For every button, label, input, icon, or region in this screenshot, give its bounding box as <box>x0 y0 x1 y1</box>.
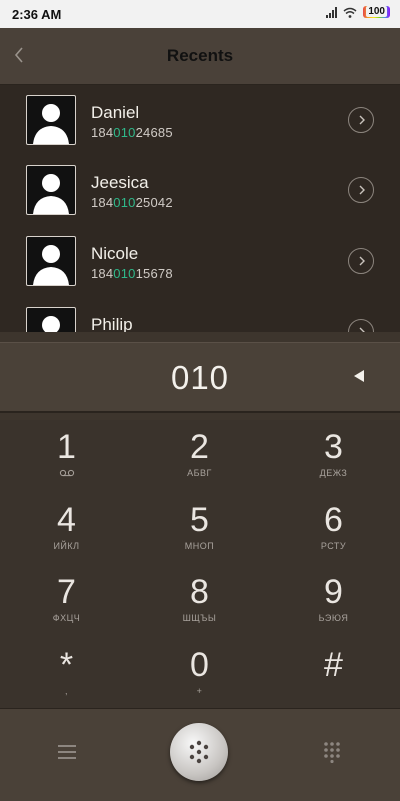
key-4[interactable]: 4 ИЙКЛ <box>0 493 133 565</box>
voicemail-icon <box>59 469 74 477</box>
contact-number: 18401025042 <box>91 195 173 210</box>
avatar <box>26 165 76 215</box>
key-hash[interactable]: # <box>267 638 400 710</box>
status-bar: 2:36 AM 100 <box>0 0 400 28</box>
contact-name: Jeesica <box>91 173 149 192</box>
key-3[interactable]: 3 ДЕЖЗ <box>267 420 400 492</box>
menu-icon[interactable] <box>56 741 78 763</box>
avatar <box>26 236 76 286</box>
dial-keypad: 1 2 АБВГ 3 ДЕЖЗ 4 ИЙКЛ 5 МНОП 6 РСТУ 7 Ф… <box>0 420 400 710</box>
dialed-number: 010 <box>170 359 230 396</box>
recents-list[interactable]: Daniel 18401024685 Jeesica 18401025042 N… <box>0 85 400 332</box>
header-bar: Recents <box>0 28 400 85</box>
key-9[interactable]: 9 ЬЭЮЯ <box>267 565 400 637</box>
list-item[interactable]: Jeesica 18401025042 <box>0 155 400 225</box>
key-8[interactable]: 8 ШЩЪЫ <box>133 565 266 637</box>
list-item[interactable]: Daniel 18401024685 <box>0 85 400 155</box>
key-1[interactable]: 1 <box>0 420 133 492</box>
call-button[interactable] <box>170 723 228 781</box>
signal-icon <box>326 6 338 18</box>
chevron-right-icon <box>359 327 365 332</box>
bottom-bar <box>0 708 400 801</box>
key-5[interactable]: 5 МНОП <box>133 493 266 565</box>
avatar <box>26 307 76 332</box>
chevron-right-icon <box>359 185 365 195</box>
battery-icon: 100 <box>363 6 390 18</box>
key-star[interactable]: * , <box>0 638 133 710</box>
dialpad-grid-icon[interactable] <box>322 741 342 763</box>
contact-detail-button[interactable] <box>348 248 374 274</box>
contact-detail-button[interactable] <box>348 319 374 332</box>
avatar <box>26 95 76 145</box>
page-title: Recents <box>166 46 234 65</box>
chevron-right-icon <box>359 256 365 266</box>
contact-name: Philip <box>91 315 133 332</box>
key-7[interactable]: 7 ФХЦЧ <box>0 565 133 637</box>
wifi-icon <box>343 7 357 18</box>
chevron-right-icon <box>359 115 365 125</box>
battery-level: 100 <box>366 6 387 17</box>
list-item[interactable]: Nicole 18401015678 <box>0 226 400 296</box>
status-icons: 100 <box>326 6 390 18</box>
contact-number: 18401024685 <box>91 125 173 140</box>
keypad-dots-icon <box>189 740 209 764</box>
key-0[interactable]: 0 + <box>133 638 266 710</box>
contact-name: Nicole <box>91 244 139 263</box>
contact-number: 18401015678 <box>91 266 173 281</box>
contact-detail-button[interactable] <box>348 107 374 133</box>
key-2[interactable]: 2 АБВГ <box>133 420 266 492</box>
key-6[interactable]: 6 РСТУ <box>267 493 400 565</box>
status-time: 2:36 AM <box>12 7 62 22</box>
contact-name: Daniel <box>91 103 140 122</box>
dial-display: 010 <box>0 342 400 413</box>
contact-detail-button[interactable] <box>348 177 374 203</box>
backspace-icon[interactable] <box>352 369 366 383</box>
list-item[interactable]: Philip <box>0 297 400 332</box>
